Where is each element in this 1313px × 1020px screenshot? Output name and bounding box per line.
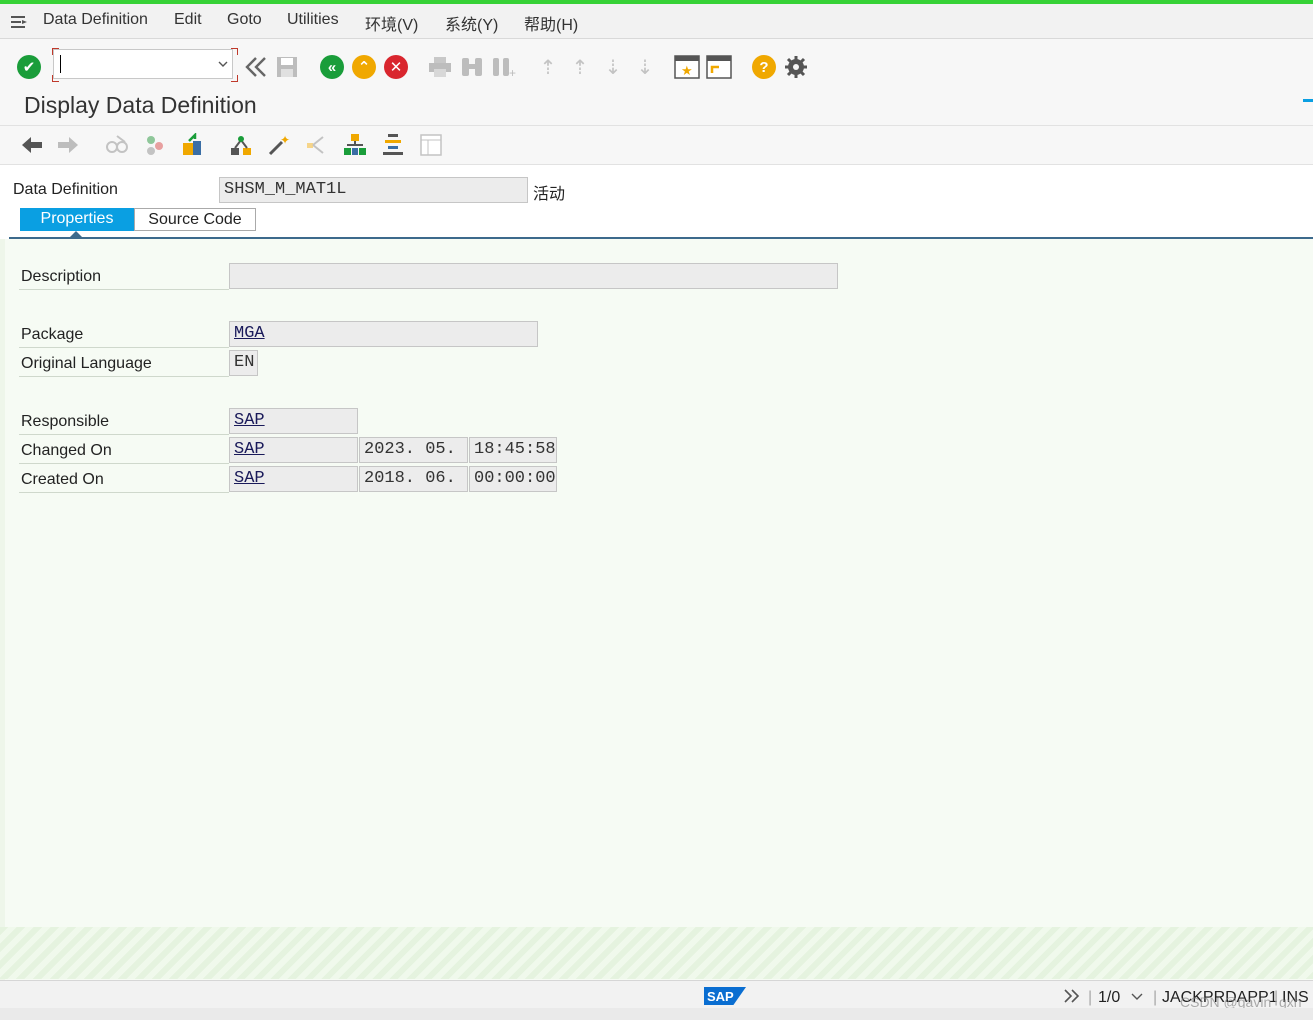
back-icon[interactable]: « xyxy=(319,54,345,80)
changed-time-field[interactable]: 18:45:58 xyxy=(469,437,557,463)
settings-icon[interactable] xyxy=(783,54,809,80)
next-page-icon[interactable]: ⇣ xyxy=(600,54,626,80)
description-label: Description xyxy=(21,268,102,285)
changed-on-label: Changed On xyxy=(21,442,112,459)
active-tab-pointer xyxy=(70,231,82,237)
shortcut-icon[interactable] xyxy=(706,54,732,80)
last-page-icon[interactable]: ⇣ xyxy=(632,54,658,80)
session-indicator: 1/0 xyxy=(1098,989,1121,1006)
menu-system[interactable]: 系统(Y) xyxy=(445,11,498,35)
data-definition-label: Data Definition xyxy=(13,181,118,198)
os-taskbar-edge xyxy=(0,1008,1313,1020)
sap-logo: SAP xyxy=(704,987,746,1005)
original-language-label: Original Language xyxy=(21,355,152,372)
created-on-label: Created On xyxy=(21,471,104,488)
created-time-field[interactable]: 00:00:00 xyxy=(469,466,557,492)
where-used-icon[interactable] xyxy=(229,133,253,157)
layout-icon[interactable] xyxy=(419,133,443,157)
find-next-icon[interactable]: + xyxy=(491,54,517,80)
navigate-icon[interactable] xyxy=(305,133,329,157)
chevron-down-icon[interactable] xyxy=(218,60,228,68)
align-icon[interactable] xyxy=(381,133,405,157)
tab-properties[interactable]: Properties xyxy=(20,208,134,231)
menu-bar: Data Definition Edit Goto Utilities 环境(V… xyxy=(0,4,1313,39)
svg-text:★: ★ xyxy=(681,63,693,78)
responsible-label: Responsible xyxy=(21,413,110,430)
package-field[interactable]: MGA xyxy=(229,321,538,347)
status-text: 活动 xyxy=(533,186,566,203)
print-icon[interactable] xyxy=(427,54,453,80)
svg-text:+: + xyxy=(509,66,516,78)
wizard-icon[interactable]: ✦ xyxy=(267,133,291,157)
collapse-icon[interactable] xyxy=(243,54,269,80)
create-session-icon[interactable]: ★ xyxy=(674,54,700,80)
menu-edit[interactable]: Edit xyxy=(174,11,202,29)
cancel-icon[interactable]: ✕ xyxy=(383,54,409,80)
description-field[interactable] xyxy=(229,263,838,289)
responsible-field[interactable]: SAP xyxy=(229,408,358,434)
standard-toolbar: ✔ « ⌃ ✕ + ⇡ ⇡ ⇣ ⇣ ★ ? xyxy=(0,39,1313,89)
menu-icon[interactable] xyxy=(10,14,28,30)
original-language-field[interactable]: EN xyxy=(229,350,258,376)
application-toolbar: ✦ xyxy=(0,126,1313,165)
title-bar: Display Data Definition xyxy=(0,89,1313,126)
changed-by-field[interactable]: SAP xyxy=(229,437,358,463)
footer-stripe xyxy=(0,927,1313,979)
chevron-down-icon[interactable] xyxy=(1131,993,1143,1001)
menu-utilities[interactable]: Utilities xyxy=(287,11,339,29)
find-icon[interactable] xyxy=(459,54,485,80)
first-page-icon[interactable]: ⇡ xyxy=(535,54,561,80)
enter-icon[interactable]: ✔ xyxy=(16,54,42,80)
tab-source-code[interactable]: Source Code xyxy=(134,208,256,231)
command-field[interactable] xyxy=(53,49,233,79)
previous-page-icon[interactable]: ⇡ xyxy=(567,54,593,80)
svg-text:✦: ✦ xyxy=(280,133,290,147)
data-definition-field[interactable]: SHSM_M_MAT1L xyxy=(219,177,528,203)
created-by-field[interactable]: SAP xyxy=(229,466,358,492)
menu-goto[interactable]: Goto xyxy=(227,11,262,29)
title-accent-mark xyxy=(1303,99,1313,102)
check-icon[interactable] xyxy=(143,133,167,157)
package-label: Package xyxy=(21,326,84,343)
back-arrow-icon[interactable] xyxy=(20,133,44,157)
help-icon[interactable]: ? xyxy=(751,54,777,80)
changed-date-field[interactable]: 2023. 05. 19 xyxy=(359,437,468,463)
display-change-icon[interactable] xyxy=(105,133,129,157)
status-bar: SAP | 1/0 | JACKPRDAPP1 | INS xyxy=(0,980,1313,1009)
created-date-field[interactable]: 2018. 06. 28 xyxy=(359,466,468,492)
exit-icon[interactable]: ⌃ xyxy=(351,54,377,80)
menu-environment[interactable]: 环境(V) xyxy=(365,11,418,35)
hierarchy-icon[interactable] xyxy=(343,133,367,157)
activate-icon[interactable] xyxy=(181,133,205,157)
tab-strip-line xyxy=(9,237,1313,239)
menu-help[interactable]: 帮助(H) xyxy=(524,11,578,35)
main-content-area: Data Definition SHSM_M_MAT1L 活动 Properti… xyxy=(0,165,1313,980)
menu-data-definition[interactable]: Data Definition xyxy=(43,11,148,29)
expand-status-icon[interactable] xyxy=(1062,988,1082,1004)
forward-arrow-icon[interactable] xyxy=(56,133,80,157)
page-title: Display Data Definition xyxy=(24,92,257,118)
save-icon[interactable] xyxy=(274,54,300,80)
